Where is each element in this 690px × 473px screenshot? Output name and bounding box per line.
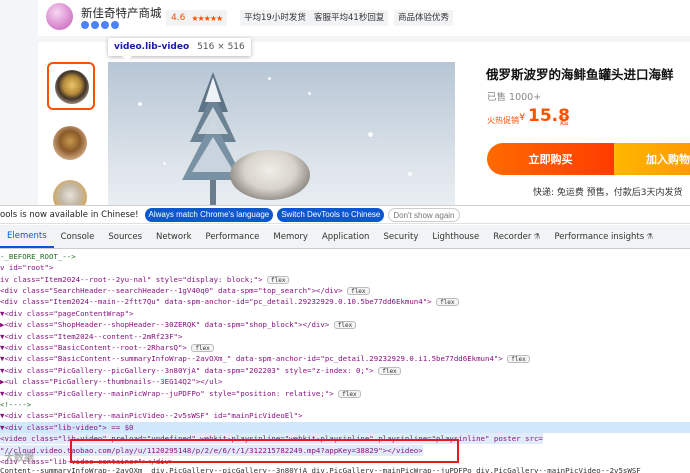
switch-to-chinese-button[interactable]: Switch DevTools to Chinese [277, 207, 385, 222]
tab-application[interactable]: Application [315, 225, 377, 248]
tab-security[interactable]: Security [376, 225, 425, 248]
tree-line[interactable]: ▼<div class="PicGallery--mainPicWrap--ju… [0, 388, 361, 399]
watermark: 大数据 [4, 453, 34, 464]
tab-performance-insights-label: Performance insights [554, 231, 645, 242]
shop-level-badges [81, 21, 119, 29]
tree-line[interactable]: ▼<div class="PicGallery--mainPicVideo--2… [0, 410, 303, 421]
tab-memory[interactable]: Memory [266, 225, 315, 248]
price-label: 火热促销 [487, 116, 519, 125]
tab-console[interactable]: Console [54, 225, 102, 248]
always-match-language-button[interactable]: Always match Chrome's language [144, 207, 274, 222]
rating-stars-icon: ★★★★★ [191, 13, 223, 23]
infobar-message: ools is now available in Chinese! [0, 209, 139, 220]
shop-name[interactable]: 新佳奇特产商城 [81, 5, 162, 21]
tab-performance[interactable]: Performance [199, 225, 267, 248]
price-unit: 起 [560, 117, 569, 127]
tab-recorder[interactable]: Recorder ⚗ [486, 225, 547, 248]
tree-line[interactable]: ▼<div class="Item2024--content--2mRf23F"… [0, 331, 182, 342]
tab-elements[interactable]: Elements [0, 225, 54, 248]
tooltip-dimensions: 516 × 516 [197, 42, 245, 52]
product-page: 新佳奇特产商城 4.6 ★★★★★ 平均19小时发货 客服平均41秒回复 商品体… [0, 0, 690, 205]
highlight-box [70, 439, 459, 463]
main-video[interactable] [108, 62, 455, 205]
delivery-info: 快递: 免运费 预售，付款后3天内发货 [533, 188, 683, 198]
devtools-language-infobar: ools is now available in Chinese! Always… [0, 205, 690, 224]
flex-badge[interactable]: flex [333, 321, 357, 329]
tree-line[interactable]: v id="root"> [0, 262, 53, 273]
add-to-cart-button[interactable]: 加入购物 [614, 143, 690, 175]
tab-performance-insights[interactable]: Performance insights ⚗ [547, 225, 660, 248]
tree-line[interactable]: ▼<div class="BasicContent--root--2RharsQ… [0, 342, 214, 353]
breadcrumb[interactable]: Content--summaryInfoWrap--2avOXm_ div.Pi… [0, 465, 641, 473]
flex-badge[interactable]: flex [507, 355, 530, 363]
tab-lighthouse[interactable]: Lighthouse [425, 225, 486, 248]
flex-badge[interactable]: flex [347, 287, 370, 295]
tree-line[interactable]: ▼<div class="PicGallery--picGallery--3n8… [0, 365, 401, 376]
tree-line[interactable]: <div class="Item2024--main--2ftt7Qu" dat… [0, 296, 459, 307]
flex-badge[interactable]: flex [338, 390, 361, 398]
tree-line[interactable]: ▼<div class="pageContentWrap"> [0, 308, 134, 319]
flex-badge[interactable]: flex [378, 367, 401, 375]
thumbnail-list [47, 62, 97, 205]
rating-value: 4.6 [171, 13, 186, 23]
tooltip-tag: video.lib-video [114, 42, 190, 52]
thumbnail-3[interactable] [47, 178, 95, 205]
tree-line[interactable]: <!----> [0, 399, 31, 410]
tree-line[interactable]: ▶<div class="ShopHeader--shopHeader--30Z… [0, 319, 357, 330]
flex-badge[interactable]: flex [436, 298, 459, 306]
tab-network[interactable]: Network [149, 225, 199, 248]
sold-count: 已售 1000+ [487, 92, 542, 103]
shop-header: 新佳奇特产商城 4.6 ★★★★★ 平均19小时发货 客服平均41秒回复 商品体… [38, 0, 690, 36]
product-title: 俄罗斯波罗的海鲱鱼罐头进口海鲜 [486, 67, 674, 82]
tree-line[interactable]: -_BEFORE_ROOT_--> [0, 251, 76, 262]
tree-line-selected[interactable]: ▼<div class="lib-video"> == $0 [0, 422, 690, 434]
dont-show-again-button[interactable]: Don't show again [388, 207, 460, 222]
devtools-tabbar: Elements Console Sources Network Perform… [0, 225, 690, 249]
shop-rating: 4.6 ★★★★★ [166, 10, 228, 26]
product-experience-chip: 商品体验优秀 [394, 10, 454, 26]
screen: 新佳奇特产商城 4.6 ★★★★★ 平均19小时发货 客服平均41秒回复 商品体… [0, 0, 690, 473]
service-reply-chip: 客服平均41秒回复 [310, 10, 389, 26]
flex-badge[interactable]: flex [266, 276, 290, 284]
buy-now-button[interactable]: 立即购买 [487, 143, 614, 175]
thumbnail-2[interactable] [47, 120, 95, 168]
shipping-time-chip: 平均19小时发货 [240, 10, 310, 26]
flex-badge[interactable]: flex [191, 344, 214, 352]
tab-sources[interactable]: Sources [101, 225, 149, 248]
tree-line[interactable]: ▼<div class="BasicContent--summaryInfoWr… [0, 353, 530, 364]
thumbnail-1[interactable] [47, 62, 95, 110]
tab-recorder-label: Recorder [493, 231, 532, 242]
tree-line[interactable]: ▶<ul class="PicGallery--thumbnails--3EG1… [0, 376, 222, 387]
flask-icon: ⚗ [646, 232, 654, 241]
tree-line[interactable]: iv class="Item2024--root--2yu-nal" style… [0, 274, 290, 285]
element-inspect-tooltip: video.lib-video 516 × 516 [108, 38, 251, 61]
price-currency: ¥ [519, 112, 526, 123]
flask-icon: ⚗ [533, 232, 541, 241]
shop-logo[interactable] [46, 3, 73, 30]
tin-can-image [230, 150, 310, 200]
tree-line[interactable]: <div class="SearchHeader--searchHeader--… [0, 285, 370, 296]
